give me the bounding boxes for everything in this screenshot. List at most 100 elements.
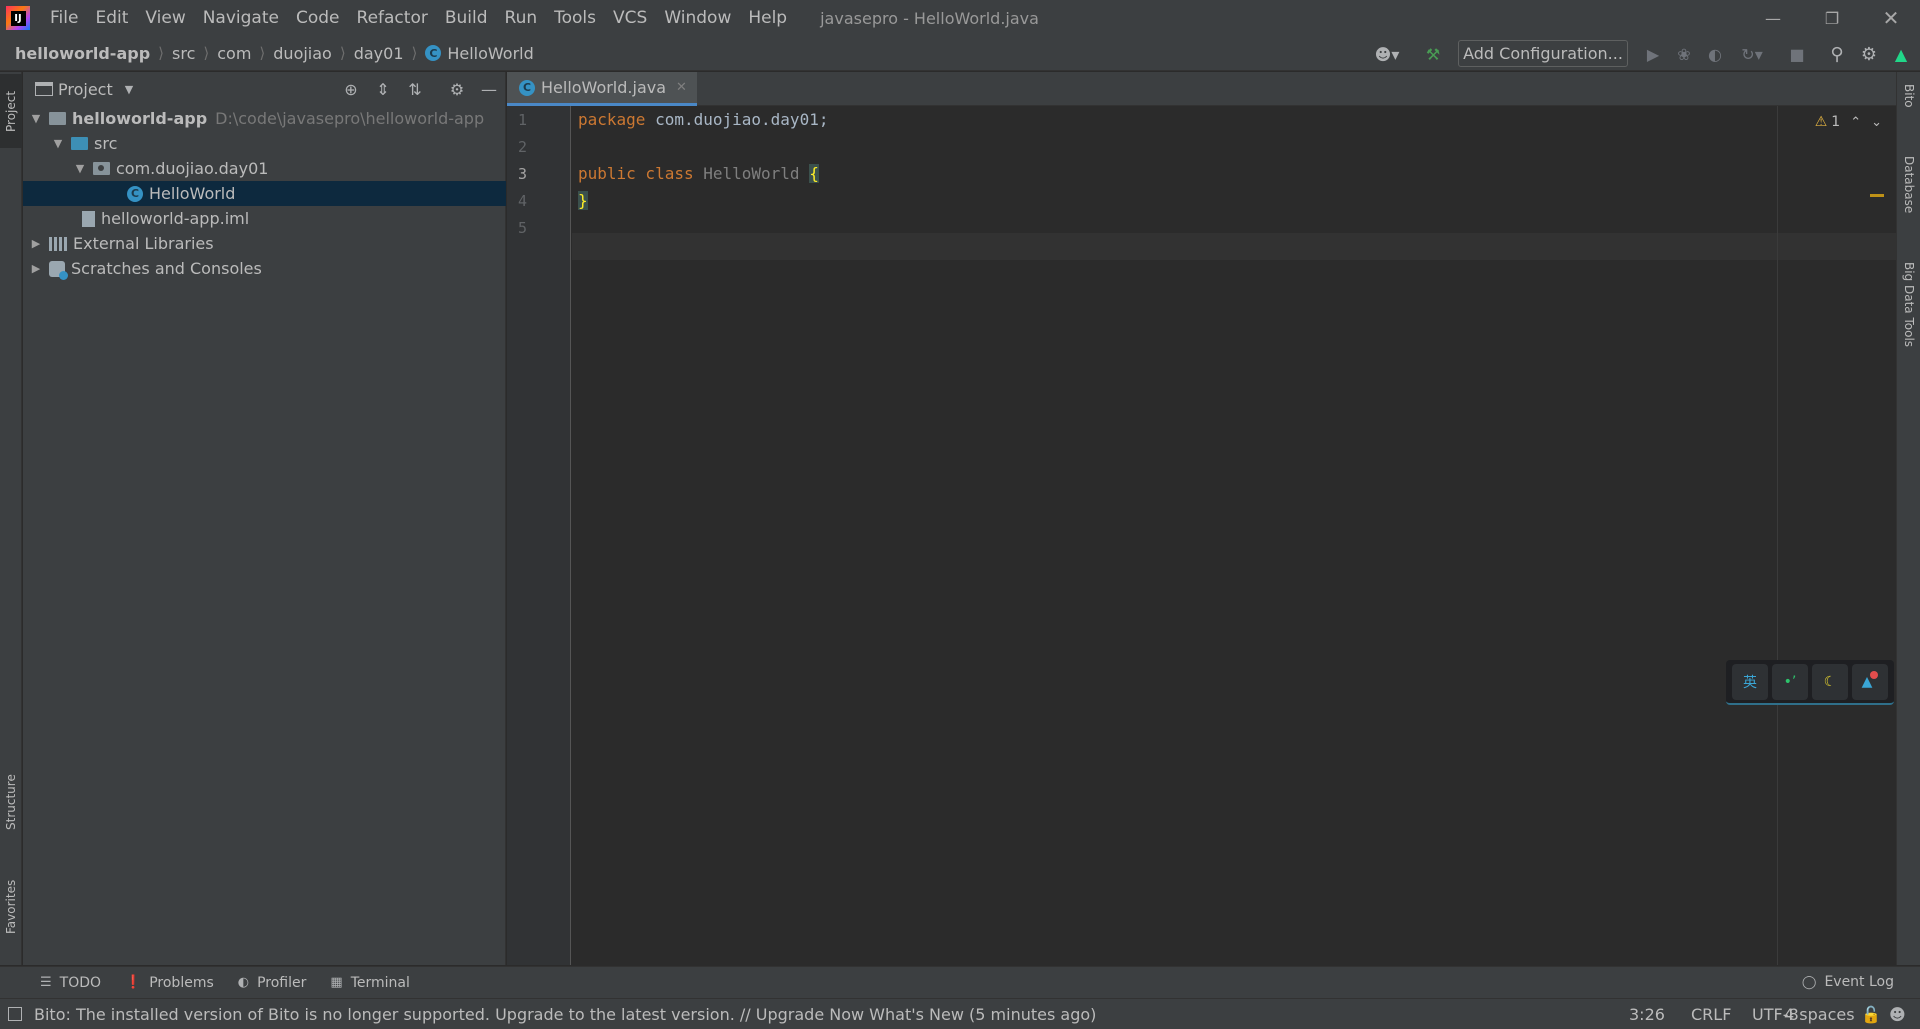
toggle-tool-windows-icon[interactable] bbox=[8, 1007, 22, 1021]
coverage-icon[interactable]: ◐ bbox=[1704, 43, 1726, 65]
tool-tab-big-data-tools[interactable]: Big Data Tools bbox=[1897, 258, 1920, 378]
tree-item-helloworld[interactable]: C HelloWorld bbox=[23, 181, 506, 206]
chevron-down-icon[interactable]: ▼ bbox=[51, 137, 65, 150]
chevron-right-icon[interactable]: ▶ bbox=[29, 237, 43, 250]
chevron-down-icon[interactable]: ▼ bbox=[73, 162, 87, 175]
breadcrumb-module[interactable]: helloworld-app bbox=[15, 44, 150, 63]
tool-tab-database[interactable]: Database bbox=[1897, 152, 1920, 232]
search-icon[interactable]: ⚲ bbox=[1826, 43, 1848, 65]
tool-tab-structure[interactable]: Structure bbox=[0, 762, 22, 842]
tree-item-package[interactable]: ▼ com.duojiao.day01 bbox=[23, 156, 506, 181]
plugin-notification-icon[interactable]: ▲ bbox=[1852, 663, 1888, 700]
breadcrumb-class[interactable]: C HelloWorld bbox=[425, 44, 534, 63]
breadcrumb-com[interactable]: com bbox=[217, 44, 251, 63]
breadcrumb-src[interactable]: src bbox=[172, 44, 195, 63]
expand-all-icon[interactable]: ⇕ bbox=[373, 79, 393, 99]
code-line-4[interactable]: } bbox=[578, 191, 588, 210]
line-separator[interactable]: CRLF bbox=[1691, 1005, 1731, 1024]
breadcrumb-duojiao[interactable]: duojiao bbox=[273, 44, 332, 63]
tab-helloworld-java[interactable]: C HelloWorld.java ✕ bbox=[507, 72, 697, 106]
floating-plugin-toolbar: 英 •’ ☾ ▲ bbox=[1726, 660, 1894, 705]
add-configuration-button[interactable]: Add Configuration... bbox=[1458, 40, 1628, 67]
tree-item-external-libraries[interactable]: ▶ External Libraries bbox=[23, 231, 506, 256]
project-panel-title[interactable]: Project bbox=[58, 80, 113, 99]
tree-item-module[interactable]: ▼ helloworld-app D:\code\javasepro\hello… bbox=[23, 106, 506, 131]
menu-vcs[interactable]: VCS bbox=[605, 0, 656, 36]
next-highlight-icon[interactable]: ⌄ bbox=[1871, 115, 1882, 130]
chevron-right-icon[interactable]: ▶ bbox=[29, 262, 43, 275]
tool-tab-todo[interactable]: ☰ TODO bbox=[40, 975, 101, 991]
menu-code[interactable]: Code bbox=[288, 0, 349, 36]
toolbox-plugin-icon[interactable]: ▲ bbox=[1890, 43, 1912, 65]
settings-gear-icon[interactable]: ⚙ bbox=[1858, 43, 1880, 65]
tool-tab-problems[interactable]: ❗ Problems bbox=[125, 975, 214, 991]
tree-item-iml[interactable]: helloworld-app.iml bbox=[23, 206, 506, 231]
translate-icon[interactable]: 英 bbox=[1732, 663, 1768, 700]
caret-position[interactable]: 3:26 bbox=[1629, 1005, 1665, 1024]
close-tab-icon[interactable]: ✕ bbox=[676, 80, 687, 95]
menu-window[interactable]: Window bbox=[656, 0, 740, 36]
menu-refactor[interactable]: Refactor bbox=[349, 0, 437, 36]
breadcrumb-separator-icon: ⟩ bbox=[259, 44, 266, 62]
collapse-all-icon[interactable]: ⇅ bbox=[405, 79, 425, 99]
profiler-icon: ◐ bbox=[237, 975, 250, 990]
previous-highlight-icon[interactable]: ⌃ bbox=[1850, 115, 1861, 130]
moon-icon[interactable]: ☾ bbox=[1812, 663, 1848, 700]
menu-navigate[interactable]: Navigate bbox=[195, 0, 288, 36]
menu-tools[interactable]: Tools bbox=[546, 0, 605, 36]
code-line-3[interactable]: public class HelloWorld { bbox=[578, 164, 819, 183]
restore-icon[interactable]: ❐ bbox=[1803, 0, 1861, 36]
debug-icon[interactable]: ❀ bbox=[1673, 43, 1695, 65]
hide-panel-icon[interactable]: — bbox=[479, 79, 499, 99]
inspector-icon[interactable]: ☻ bbox=[1889, 1005, 1906, 1024]
close-window-icon[interactable]: ✕ bbox=[1862, 0, 1920, 36]
tool-tab-label: TODO bbox=[59, 974, 102, 991]
indent-label[interactable]: 4 spaces bbox=[1784, 1005, 1855, 1024]
code-line-1[interactable]: package com.duojiao.day01; bbox=[578, 110, 828, 129]
stop-icon[interactable]: ■ bbox=[1786, 43, 1808, 65]
tree-item-label: Scratches and Consoles bbox=[71, 259, 262, 278]
tool-tab-profiler[interactable]: ◐ Profiler bbox=[238, 975, 307, 991]
user-account-icon[interactable]: ☻▾ bbox=[1370, 43, 1404, 65]
emoji-face-icon[interactable]: •’ bbox=[1772, 663, 1808, 700]
open-brace: { bbox=[809, 164, 819, 183]
menu-run[interactable]: Run bbox=[497, 0, 547, 36]
module-folder-icon bbox=[49, 112, 66, 125]
tool-tab-project[interactable]: Project bbox=[0, 74, 22, 148]
breadcrumb-day01[interactable]: day01 bbox=[354, 44, 404, 63]
event-log-label: Event Log bbox=[1824, 974, 1894, 990]
tree-item-scratches[interactable]: ▶ Scratches and Consoles bbox=[23, 256, 506, 281]
chevron-down-icon[interactable]: ▼ bbox=[125, 83, 133, 96]
chevron-down-icon[interactable]: ▼ bbox=[29, 112, 43, 125]
intellij-logo-icon: IJ bbox=[6, 6, 30, 30]
event-log-button[interactable]: ◯ Event Log bbox=[1802, 974, 1894, 990]
minimize-icon[interactable]: — bbox=[1744, 0, 1802, 36]
profiler-run-icon[interactable]: ↻▾ bbox=[1736, 43, 1768, 65]
breadcrumb-separator-icon: ⟩ bbox=[339, 44, 346, 62]
status-message[interactable]: Bito: The installed version of Bito is n… bbox=[34, 1005, 1096, 1024]
status-bar: Bito: The installed version of Bito is n… bbox=[0, 998, 1920, 1029]
menu-file[interactable]: File bbox=[42, 0, 87, 36]
project-panel-header: Project ▼ ⊕ ⇕ ⇅ ⚙ — bbox=[23, 72, 505, 106]
run-icon[interactable]: ▶ bbox=[1642, 43, 1664, 65]
locate-file-icon[interactable]: ⊕ bbox=[341, 79, 361, 99]
inspection-widget[interactable]: ⚠ 1 ⌃ ⌄ bbox=[1815, 114, 1882, 130]
right-tool-stripe: Bito Database Big Data Tools bbox=[1896, 72, 1920, 965]
keyword-package: package bbox=[578, 110, 646, 129]
lock-icon[interactable]: 🔓 bbox=[1861, 1005, 1881, 1024]
warning-stripe-marker[interactable] bbox=[1870, 194, 1884, 197]
tree-item-src[interactable]: ▼ src bbox=[23, 131, 506, 156]
tool-tab-favorites[interactable]: Favorites bbox=[0, 862, 22, 952]
tool-tab-bito[interactable]: Bito bbox=[1897, 80, 1920, 140]
tree-item-label: helloworld-app bbox=[72, 109, 208, 128]
event-log-icon: ◯ bbox=[1801, 974, 1817, 990]
menu-view[interactable]: View bbox=[137, 0, 194, 36]
menu-help[interactable]: Help bbox=[740, 0, 796, 36]
tool-tab-terminal[interactable]: ▦ Terminal bbox=[330, 975, 409, 991]
line-number: 4 bbox=[517, 192, 527, 210]
settings-gear-icon[interactable]: ⚙ bbox=[447, 79, 467, 99]
build-hammer-icon[interactable]: ⚒ bbox=[1422, 43, 1444, 65]
iml-file-icon bbox=[82, 210, 95, 227]
menu-build[interactable]: Build bbox=[437, 0, 497, 36]
menu-edit[interactable]: Edit bbox=[87, 0, 137, 36]
